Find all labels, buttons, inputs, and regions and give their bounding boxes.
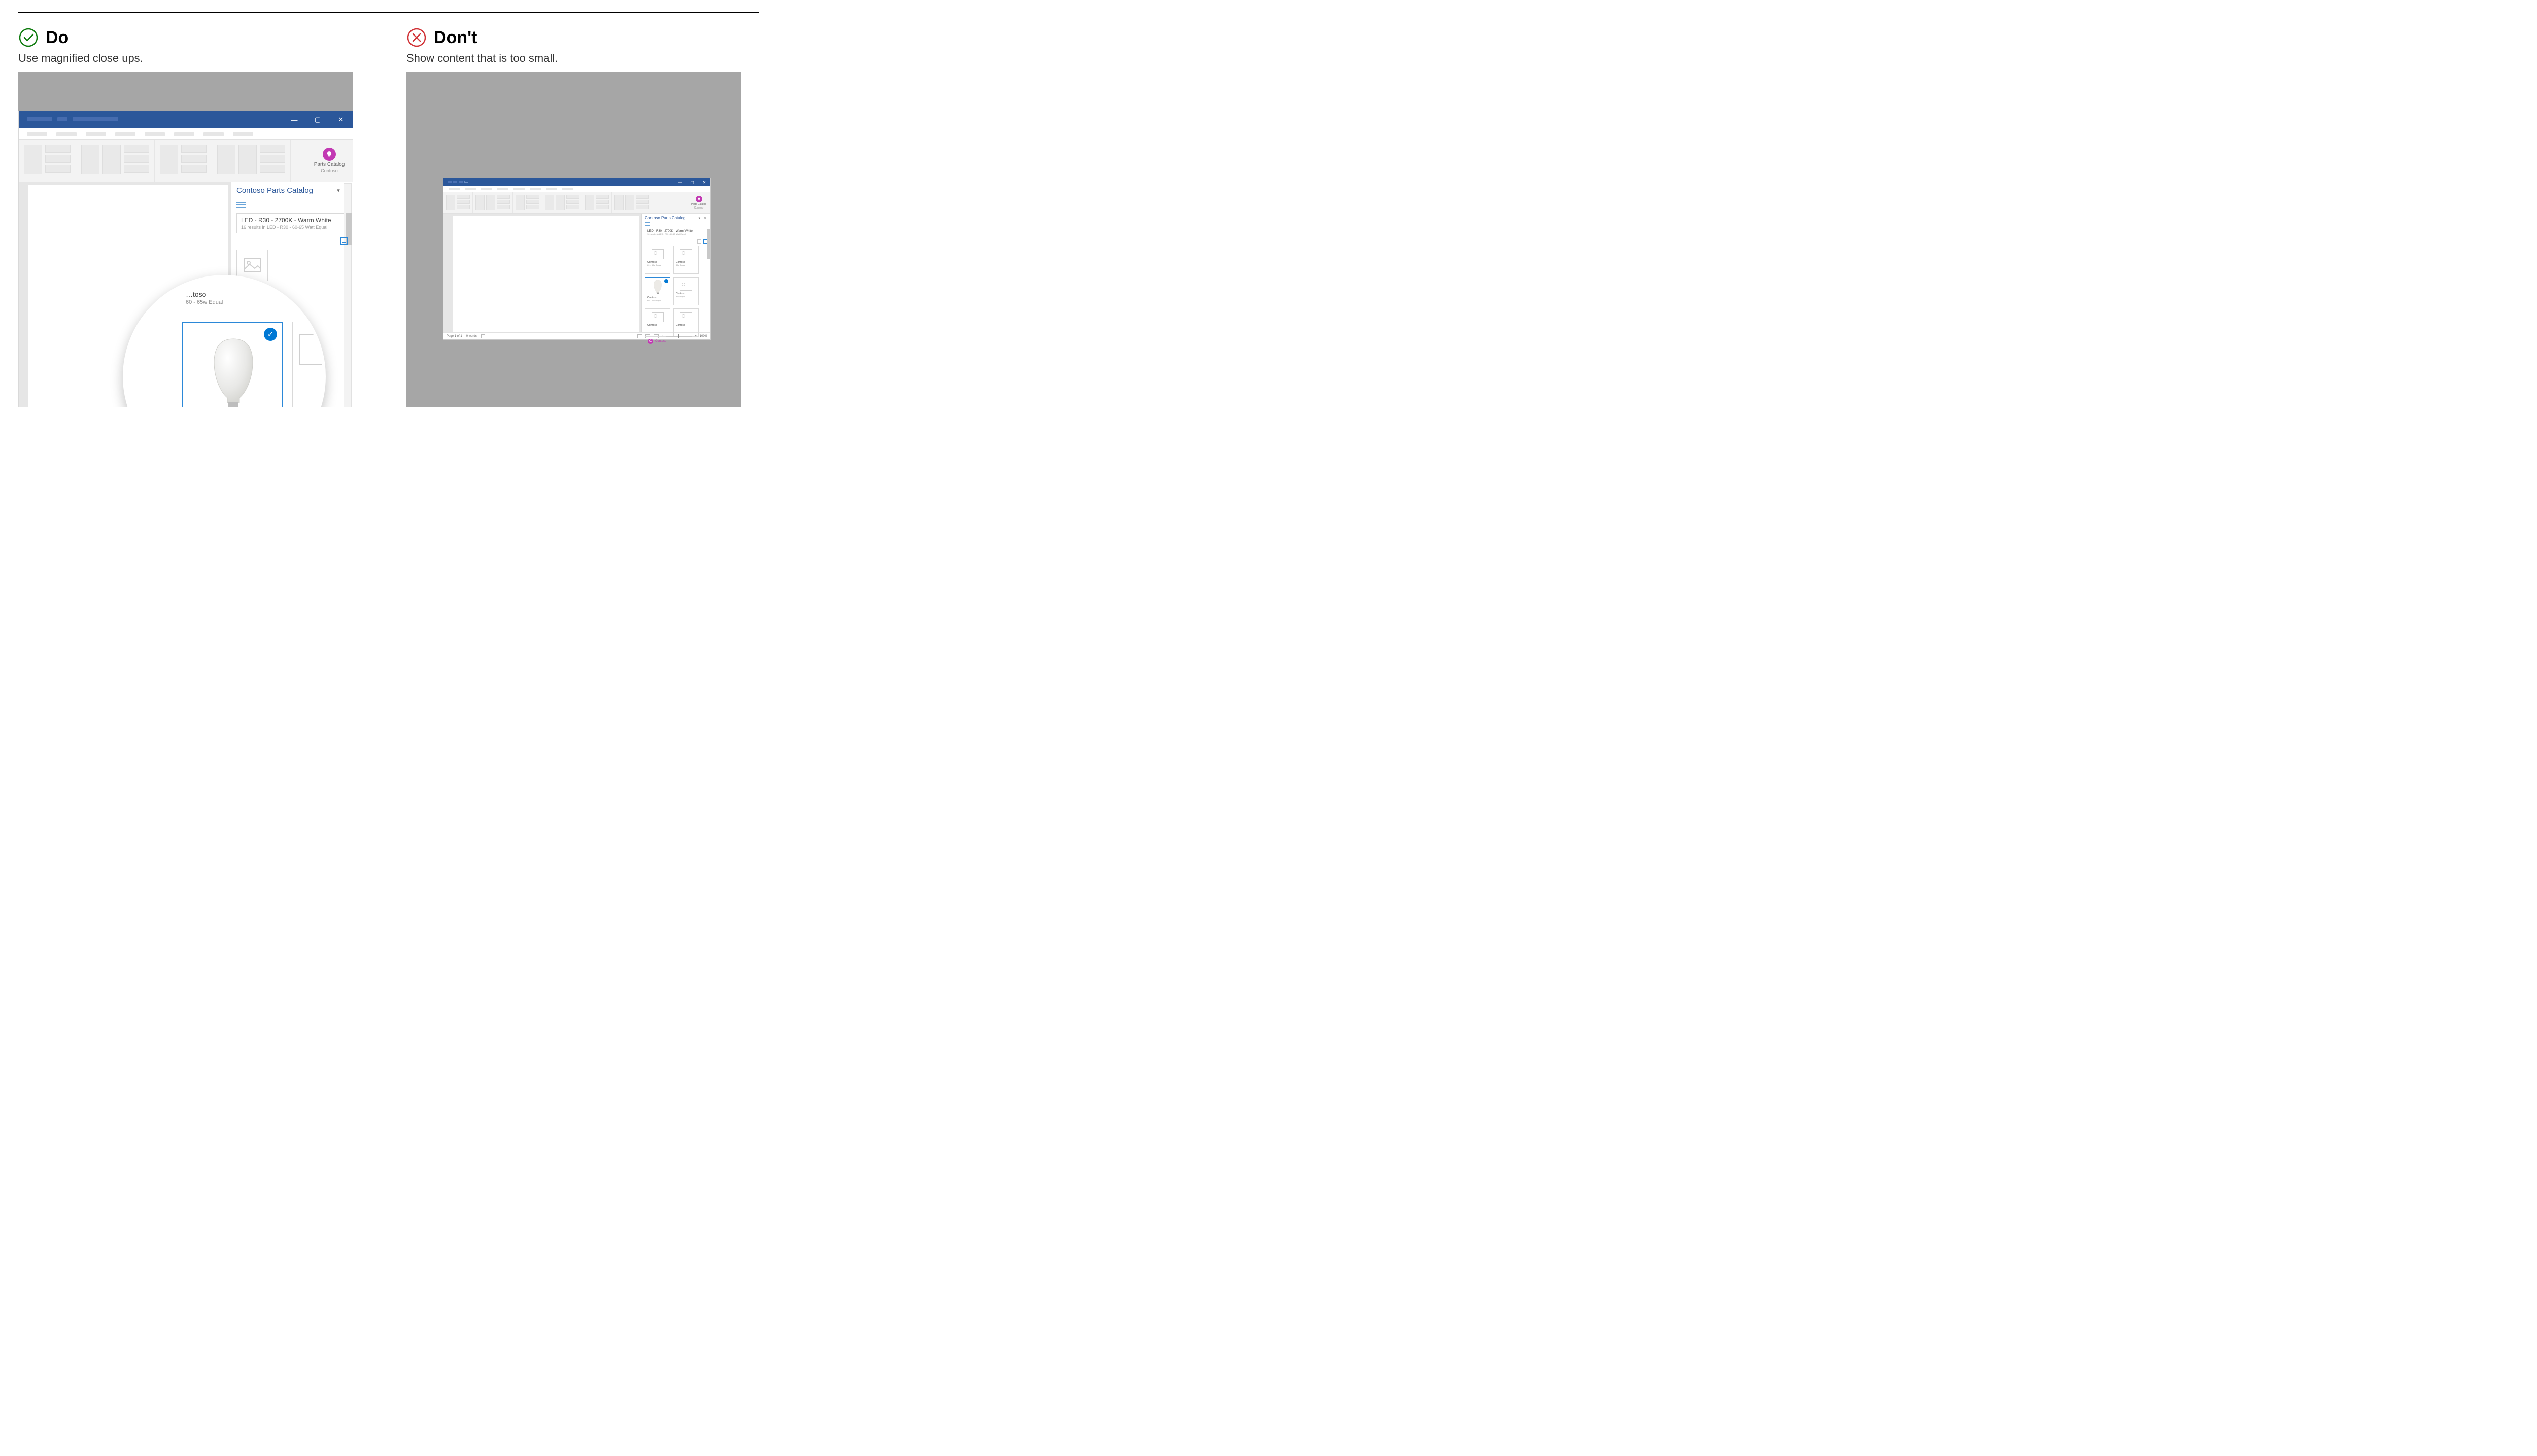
pane-close-button[interactable]: ✕ xyxy=(703,217,707,220)
check-circle-icon xyxy=(18,27,39,48)
selected-check-icon xyxy=(664,279,668,283)
hamburger-icon[interactable] xyxy=(236,202,246,203)
do-subtitle: Use magnified close ups. xyxy=(18,52,371,65)
catalog-tile[interactable]: Contoso60 - 65w Equal xyxy=(645,246,670,274)
pane-footer: C Contoso xyxy=(645,337,707,345)
tile-brand-partial: …toso xyxy=(186,290,223,298)
lightbulb-product-icon xyxy=(652,280,663,295)
window-titlebar: — ▢ ✕ xyxy=(443,178,710,186)
addin-ribbon-button[interactable]: Parts Catalog Contoso xyxy=(687,192,710,213)
task-pane: Contoso Parts Catalog ▾ ✕ LED - R30 - 27… xyxy=(641,214,710,332)
minimize-button[interactable]: — xyxy=(283,111,306,128)
image-placeholder-icon xyxy=(244,258,261,272)
catalog-tile[interactable] xyxy=(272,250,303,281)
x-circle-icon xyxy=(406,27,427,48)
window-titlebar: — ▢ ✕ xyxy=(19,111,353,128)
search-input[interactable]: LED - R30 - 2700K - Warm White 16 result… xyxy=(645,228,707,237)
page-indicator: Page 1 of 1 xyxy=(447,335,462,338)
close-button[interactable]: ✕ xyxy=(329,111,353,128)
image-placeholder-icon xyxy=(299,334,326,365)
zoom-slider[interactable] xyxy=(666,336,692,337)
close-button[interactable]: ✕ xyxy=(698,178,710,186)
addin-ribbon-button[interactable]: Parts Catalog Contoso xyxy=(306,140,353,182)
dont-illustration: — ▢ ✕ Pa xyxy=(406,72,741,407)
maximize-button[interactable]: ▢ xyxy=(686,178,698,186)
proofing-icon[interactable] xyxy=(481,334,485,338)
dont-subtitle: Show content that is too small. xyxy=(406,52,759,65)
do-title: Do xyxy=(46,28,68,48)
view-mode-button[interactable] xyxy=(637,334,642,338)
pane-title: Contoso Parts Catalog xyxy=(645,216,686,220)
catalog-tile[interactable]: Contoso85w Equal xyxy=(673,277,699,305)
catalog-tile-selected[interactable]: Contoso60 - 65w Equal xyxy=(645,277,670,305)
selected-check-icon: ✓ xyxy=(264,328,277,341)
word-count: 0 words xyxy=(466,335,477,338)
catalog-tile[interactable]: Contoso xyxy=(645,308,670,337)
hamburger-icon[interactable] xyxy=(645,222,650,223)
search-query: LED - R30 - 2700K - Warm White xyxy=(241,217,343,224)
do-dont-comparison: Do Use magnified close ups. — ▢ ✕ xyxy=(18,12,759,407)
ribbon-tabs[interactable] xyxy=(19,128,353,140)
document-background xyxy=(443,214,641,332)
pane-dropdown-button[interactable]: ▾ xyxy=(699,217,702,220)
ribbon-tabs[interactable] xyxy=(443,186,710,192)
list-view-button[interactable] xyxy=(697,239,701,244)
grid-view-button[interactable] xyxy=(340,237,348,245)
ribbon: Parts Catalog Contoso xyxy=(19,140,353,182)
document-page[interactable] xyxy=(453,216,639,332)
search-input[interactable]: LED - R30 - 2700K - Warm White 16 result… xyxy=(236,213,348,233)
maximize-button[interactable]: ▢ xyxy=(306,111,329,128)
dont-column: Don't Show content that is too small. — … xyxy=(406,27,759,407)
brand-name: Contoso xyxy=(655,340,666,343)
catalog-tile[interactable]: Contoso 85w Equ xyxy=(292,322,326,407)
lightbulb-icon xyxy=(696,196,702,202)
pane-title: Contoso Parts Catalog xyxy=(236,186,313,195)
catalog-tile-selected[interactable]: ✓ Contoso 60 - 65w Equal xyxy=(182,322,283,407)
list-view-button[interactable]: ≡ xyxy=(334,237,337,245)
lightbulb-product-icon xyxy=(209,337,258,407)
search-results-count: 16 results in LED - R30 - 60-65 Watt Equ… xyxy=(241,225,343,230)
dont-title: Don't xyxy=(434,28,477,48)
do-illustration: — ▢ ✕ Parts Catalog xyxy=(18,72,353,407)
pane-dropdown-button[interactable]: ▾ xyxy=(337,187,340,194)
tile-spec: 60 - 65w Equal xyxy=(186,299,223,305)
addin-label-2: Contoso xyxy=(321,168,338,174)
magnifier-lens: …toso 60 - 65w Equal ✓ Con xyxy=(123,275,326,407)
addin-label-1: Parts Catalog xyxy=(314,162,345,167)
brand-badge-icon: C xyxy=(648,339,653,344)
word-window-small: — ▢ ✕ Pa xyxy=(443,178,711,340)
catalog-tile[interactable]: Contoso xyxy=(673,308,699,337)
minimize-button[interactable]: — xyxy=(674,178,686,186)
catalog-tile[interactable]: Contoso85w Equal xyxy=(673,246,699,274)
pane-scroll-thumb[interactable] xyxy=(707,229,710,259)
do-column: Do Use magnified close ups. — ▢ ✕ xyxy=(18,27,371,407)
lightbulb-icon xyxy=(323,148,336,161)
ribbon: Parts Catalog Contoso xyxy=(443,192,710,214)
